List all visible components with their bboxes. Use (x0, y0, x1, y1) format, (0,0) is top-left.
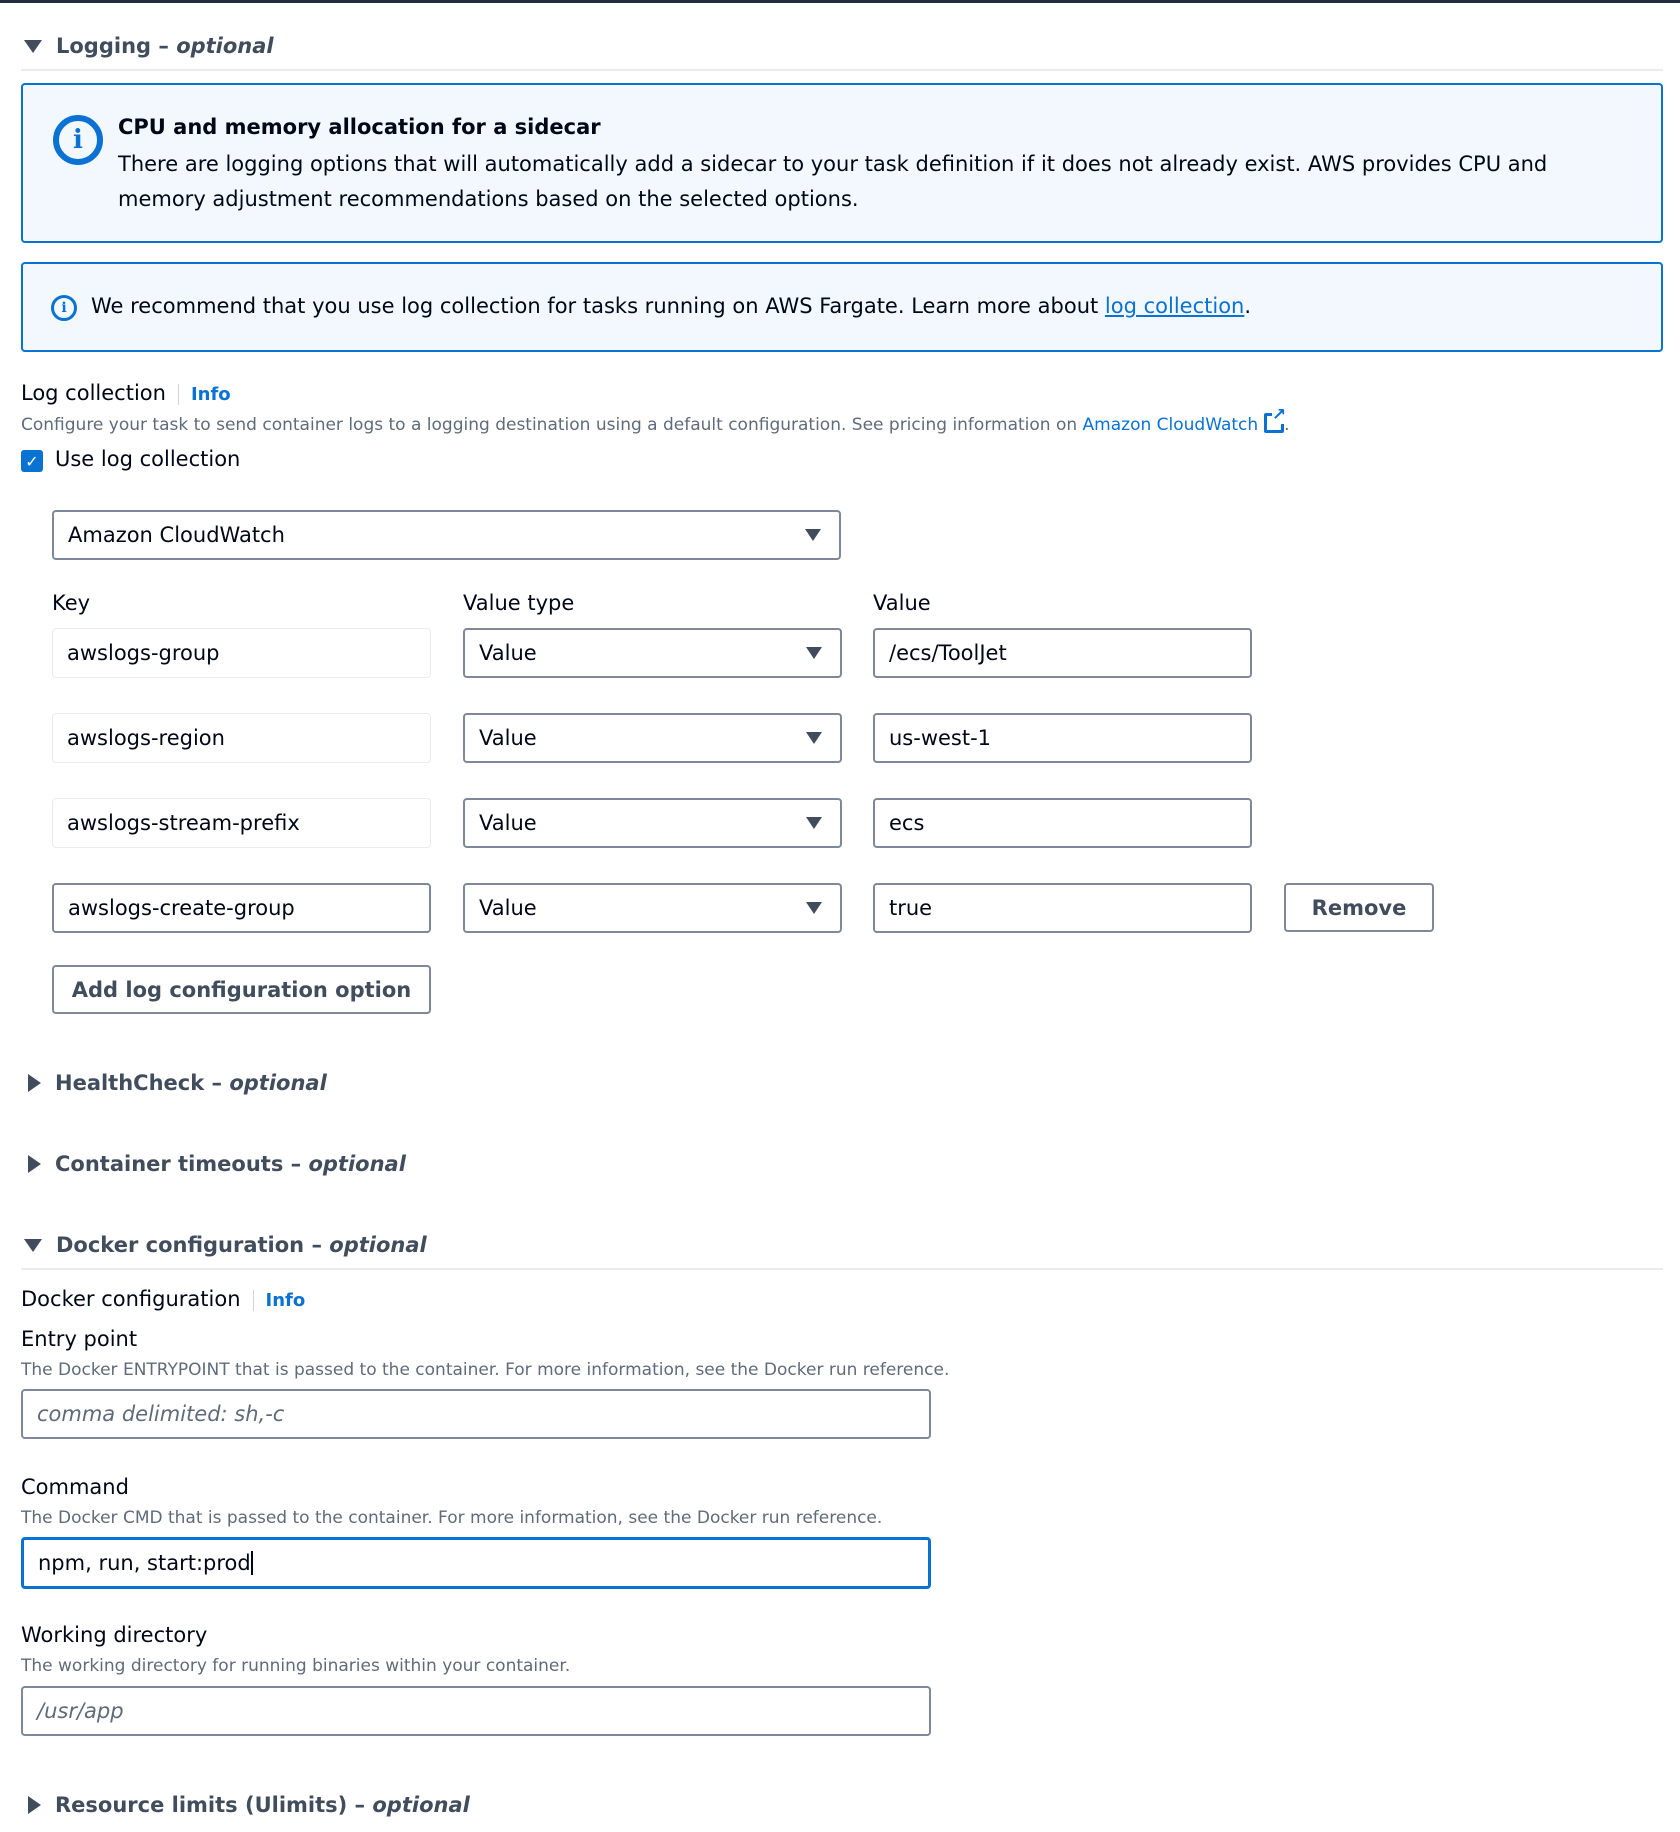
selected-value-type: Value (479, 641, 537, 665)
docker-configuration-section-toggle[interactable]: Docker configuration – optional (24, 1230, 427, 1260)
healthcheck-section-toggle[interactable]: HealthCheck – optional (24, 1068, 327, 1098)
section-title: Resource limits (Ulimits) (55, 1793, 348, 1817)
log-destination-select[interactable]: Amazon CloudWatch (52, 510, 841, 560)
alert-body: We recommend that you use log collection… (91, 294, 1251, 318)
log-option-value-input[interactable]: us-west-1 (873, 713, 1252, 763)
command-label: Command (21, 1475, 129, 1499)
log-collection-label: Log collection Info (21, 381, 231, 405)
add-log-configuration-option-button[interactable]: Add log configuration option (52, 965, 431, 1014)
log-option-key-input[interactable]: awslogs-create-group (52, 883, 431, 933)
caret-down-icon (806, 817, 822, 829)
external-link-icon (1264, 407, 1287, 433)
optional-label: optional (372, 1793, 470, 1817)
alert-text: We recommend that you use log collection… (91, 294, 1105, 318)
selected-value-type: Value (479, 811, 537, 835)
log-collection-link[interactable]: log collection (1105, 294, 1244, 318)
use-log-collection-checkbox[interactable]: ✓ (21, 450, 43, 472)
entry-point-input[interactable]: comma delimited: sh,-c (21, 1389, 931, 1439)
log-option-value-type-select[interactable]: Value (463, 628, 842, 678)
logging-title: Logging (56, 34, 152, 58)
log-option-value-type-select[interactable]: Value (463, 713, 842, 763)
caret-down-icon (24, 39, 42, 53)
info-icon: i (53, 115, 103, 165)
section-divider (21, 1268, 1663, 1270)
log-collection-description: Configure your task to send container lo… (21, 407, 1290, 435)
alert-body: There are logging options that will auto… (118, 152, 1548, 211)
optional-label: optional (176, 34, 274, 58)
resource-limits-section-toggle[interactable]: Resource limits (Ulimits) – optional (24, 1790, 470, 1820)
caret-down-icon (806, 902, 822, 914)
use-log-collection-label[interactable]: Use log collection (55, 447, 240, 471)
working-directory-description: The working directory for running binari… (21, 1656, 571, 1676)
log-option-value-input[interactable]: true (873, 883, 1252, 933)
command-value: npm, run, start:prod (38, 1551, 251, 1575)
link-text: Amazon CloudWatch (1082, 415, 1259, 435)
optional-label: optional (308, 1152, 406, 1176)
sidecar-info-alert: i CPU and memory allocation for a sideca… (21, 83, 1663, 243)
info-icon: i (51, 295, 77, 321)
alert-text-end: . (1244, 294, 1252, 318)
caret-down-icon (806, 647, 822, 659)
command-input[interactable]: npm, run, start:prod (21, 1537, 931, 1589)
command-description: The Docker CMD that is passed to the con… (21, 1508, 883, 1528)
caret-down-icon (805, 529, 821, 541)
top-border (0, 0, 1680, 3)
working-directory-label: Working directory (21, 1623, 208, 1647)
text-cursor (250, 1551, 253, 1575)
section-title: HealthCheck (55, 1071, 205, 1095)
caret-down-icon (806, 732, 822, 744)
log-collection-info-link[interactable]: Info (177, 384, 231, 405)
value-column-header: Value (873, 591, 931, 615)
log-option-value-type-select[interactable]: Value (463, 798, 842, 848)
entry-point-description: The Docker ENTRYPOINT that is passed to … (21, 1360, 950, 1380)
section-divider (21, 69, 1663, 71)
log-option-value-input[interactable]: /ecs/ToolJet (873, 628, 1252, 678)
selected-value-type: Value (479, 726, 537, 750)
log-option-key-input[interactable]: awslogs-group (52, 628, 431, 678)
caret-right-icon (28, 1074, 41, 1092)
alert-title: CPU and memory allocation for a sidecar (118, 115, 601, 139)
fargate-info-alert: i We recommend that you use log collecti… (21, 262, 1663, 352)
caret-right-icon (28, 1796, 41, 1814)
checkmark-icon: ✓ (25, 451, 39, 471)
optional-label: optional (329, 1233, 427, 1257)
value-type-column-header: Value type (463, 591, 575, 615)
working-directory-input[interactable]: /usr/app (21, 1686, 931, 1736)
amazon-cloudwatch-link[interactable]: Amazon CloudWatch (1082, 407, 1287, 435)
log-option-value-input[interactable]: ecs (873, 798, 1252, 848)
logging-section-toggle[interactable]: Logging – optional (24, 31, 274, 61)
container-timeouts-section-toggle[interactable]: Container timeouts – optional (24, 1149, 406, 1179)
log-collection-title: Log collection (21, 381, 166, 405)
docker-configuration-title: Docker configuration (21, 1287, 241, 1311)
caret-down-icon (24, 1238, 42, 1252)
docker-configuration-label: Docker configuration Info (21, 1287, 306, 1311)
section-title: Container timeouts (55, 1152, 284, 1176)
section-title: Docker configuration (56, 1233, 305, 1257)
selected-value-type: Value (479, 896, 537, 920)
log-option-key-input[interactable]: awslogs-stream-prefix (52, 798, 431, 848)
remove-button[interactable]: Remove (1284, 883, 1434, 932)
description-text: Configure your task to send container lo… (21, 415, 1083, 435)
key-column-header: Key (52, 591, 91, 615)
caret-right-icon (28, 1155, 41, 1173)
docker-configuration-info-link[interactable]: Info (252, 1290, 306, 1311)
entry-point-label: Entry point (21, 1327, 138, 1351)
optional-label: optional (229, 1071, 327, 1095)
log-option-value-type-select[interactable]: Value (463, 883, 842, 933)
log-option-key-input[interactable]: awslogs-region (52, 713, 431, 763)
selected-destination: Amazon CloudWatch (68, 523, 285, 547)
